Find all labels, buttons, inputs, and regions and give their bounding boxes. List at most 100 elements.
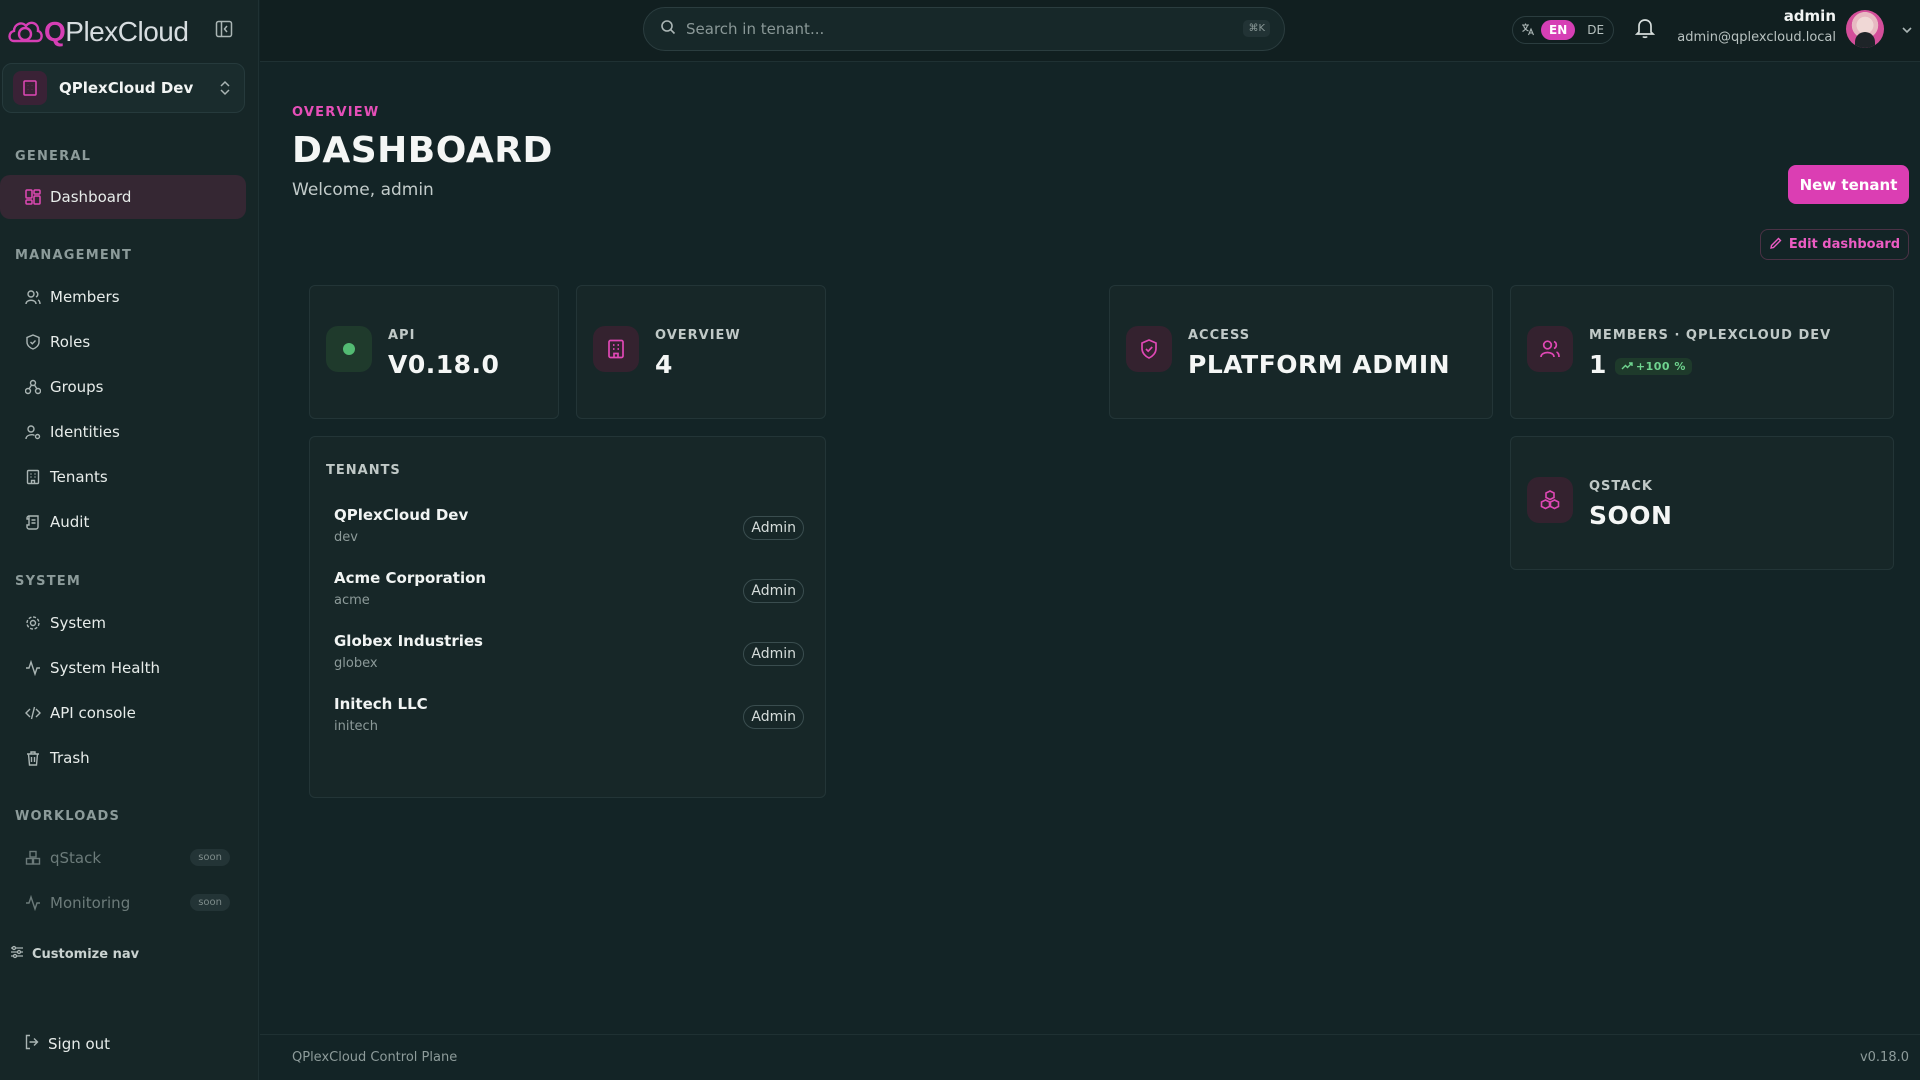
- list-item[interactable]: QPlexCloud Dev dev Admin: [334, 506, 804, 556]
- lang-de-button[interactable]: DE: [1581, 20, 1610, 40]
- stat-value: SOON: [1589, 501, 1673, 530]
- tenants-card: TENANTS QPlexCloud Dev dev Admin Acme Co…: [309, 436, 826, 798]
- search-bar[interactable]: ⌘K: [643, 7, 1285, 51]
- building-icon: [13, 71, 47, 105]
- sidebar-item-audit[interactable]: Audit: [0, 500, 246, 544]
- network-icon: [24, 378, 42, 396]
- stat-label: API: [388, 328, 416, 343]
- tenant-name: Initech LLC: [334, 695, 428, 713]
- stat-label: OVERVIEW: [655, 328, 741, 343]
- customize-nav-label: Customize nav: [32, 946, 140, 962]
- access-stat-card: ACCESS PLATFORM ADMIN: [1109, 285, 1493, 419]
- role-badge: Admin: [743, 579, 804, 603]
- sidebar-item-system-health[interactable]: System Health: [0, 646, 246, 690]
- overview-stat-card: OVERVIEW 4: [576, 285, 826, 419]
- sidebar-item-label: Trash: [50, 749, 90, 767]
- edit-dashboard-button[interactable]: Edit dashboard: [1760, 229, 1909, 260]
- list-item[interactable]: Acme Corporation acme Admin: [334, 569, 804, 619]
- stat-value: PLATFORM ADMIN: [1188, 350, 1451, 379]
- trend-badge: +100 %: [1614, 357, 1692, 375]
- footer: QPlexCloud Control Plane v0.18.0: [260, 1034, 1920, 1080]
- bell-icon[interactable]: [1634, 17, 1656, 43]
- trend-value: +100 %: [1635, 359, 1686, 373]
- sidebar-item-system[interactable]: System: [0, 601, 246, 645]
- sidebar-item-monitoring[interactable]: Monitoring soon: [0, 881, 246, 925]
- stat-value-row: 1 +100 %: [1589, 350, 1692, 379]
- role-badge: Admin: [743, 705, 804, 729]
- welcome-text: Welcome, admin: [292, 180, 434, 200]
- boxes-icon: [1527, 477, 1573, 523]
- sidebar-item-label: Audit: [50, 513, 90, 531]
- sidebar-item-label: Members: [50, 288, 120, 306]
- shortcut-hint: ⌘K: [1243, 20, 1270, 37]
- sidebar-item-label: Groups: [50, 378, 104, 396]
- users-icon: [24, 288, 42, 306]
- customize-nav-button[interactable]: Customize nav: [10, 945, 139, 963]
- sign-out-label: Sign out: [48, 1035, 111, 1053]
- pencil-icon: [1769, 236, 1783, 254]
- role-badge: Admin: [743, 516, 804, 540]
- tenant-slug: dev: [334, 530, 358, 545]
- nav-section-general: GENERAL: [15, 149, 92, 164]
- list-item[interactable]: Globex Industries globex Admin: [334, 632, 804, 682]
- brand-name: QPlexCloud: [44, 16, 189, 47]
- collapse-sidebar-icon[interactable]: [212, 17, 236, 41]
- page-title: DASHBOARD: [292, 130, 553, 171]
- footer-product-name: QPlexCloud Control Plane: [292, 1050, 458, 1065]
- sidebar-item-tenants[interactable]: Tenants: [0, 455, 246, 499]
- chevron-up-down-icon: [218, 79, 232, 101]
- soon-badge: soon: [190, 894, 230, 911]
- scroll-icon: [24, 513, 42, 531]
- nav-section-system: SYSTEM: [15, 574, 82, 589]
- sidebar-item-label: Monitoring: [50, 894, 131, 912]
- nav-section-management: MANAGEMENT: [15, 248, 133, 263]
- tenant-switcher-name: QPlexCloud Dev: [59, 79, 194, 97]
- log-out-icon: [24, 1034, 40, 1054]
- sidebar-item-groups[interactable]: Groups: [0, 365, 246, 409]
- lang-en-button[interactable]: EN: [1541, 20, 1576, 40]
- translate-icon: [1521, 21, 1535, 40]
- users-icon: [1527, 326, 1573, 372]
- dashboard-icon: [24, 188, 42, 206]
- sidebar-item-qstack[interactable]: qStack soon: [0, 836, 246, 880]
- stat-value: 1: [1589, 350, 1607, 379]
- chevron-down-icon[interactable]: [1900, 22, 1914, 41]
- sidebar-item-dashboard[interactable]: Dashboard: [0, 175, 246, 219]
- sidebar-item-members[interactable]: Members: [0, 275, 246, 319]
- tenant-name: QPlexCloud Dev: [334, 506, 469, 524]
- sidebar-item-label: Roles: [50, 333, 91, 351]
- activity-icon: [24, 659, 42, 677]
- tenant-slug: initech: [334, 719, 378, 734]
- activity-icon: [24, 894, 42, 912]
- new-tenant-button[interactable]: New tenant: [1788, 165, 1909, 204]
- tenant-slug: acme: [334, 593, 370, 608]
- tenants-card-title: TENANTS: [326, 463, 401, 478]
- boxes-icon: [24, 849, 42, 867]
- sliders-icon: [10, 945, 24, 963]
- sidebar: QPlexCloud QPlexCloud Dev GENERAL Dashbo…: [0, 0, 259, 1080]
- brand-logo[interactable]: QPlexCloud: [6, 12, 189, 52]
- sidebar-item-roles[interactable]: Roles: [0, 320, 246, 364]
- sidebar-item-identities[interactable]: Identities: [0, 410, 246, 454]
- trend-up-icon: [1621, 362, 1633, 370]
- sidebar-item-label: Tenants: [50, 468, 108, 486]
- list-item[interactable]: Initech LLC initech Admin: [334, 695, 804, 745]
- nav-section-workloads: WORKLOADS: [15, 809, 121, 824]
- topbar: ⌘K EN DE admin admin@qplexcloud.local: [260, 0, 1920, 62]
- sign-out-button[interactable]: Sign out: [24, 1034, 110, 1054]
- trash-icon: [24, 749, 42, 767]
- building-icon: [24, 468, 42, 486]
- sidebar-item-trash[interactable]: Trash: [0, 736, 246, 780]
- qstack-stat-card: QSTACK SOON: [1510, 436, 1894, 570]
- user-name: admin: [1783, 7, 1836, 25]
- building-icon: [593, 326, 639, 372]
- stat-label: MEMBERS · QPLEXCLOUD DEV: [1589, 328, 1832, 343]
- edit-dashboard-label: Edit dashboard: [1788, 237, 1901, 252]
- tenant-switcher[interactable]: QPlexCloud Dev: [2, 63, 245, 113]
- shield-check-icon: [1126, 326, 1172, 372]
- sidebar-item-api-console[interactable]: API console: [0, 691, 246, 735]
- search-icon: [660, 19, 676, 39]
- search-input[interactable]: [686, 20, 1206, 38]
- footer-version: v0.18.0: [1859, 1050, 1909, 1065]
- avatar[interactable]: [1846, 10, 1884, 48]
